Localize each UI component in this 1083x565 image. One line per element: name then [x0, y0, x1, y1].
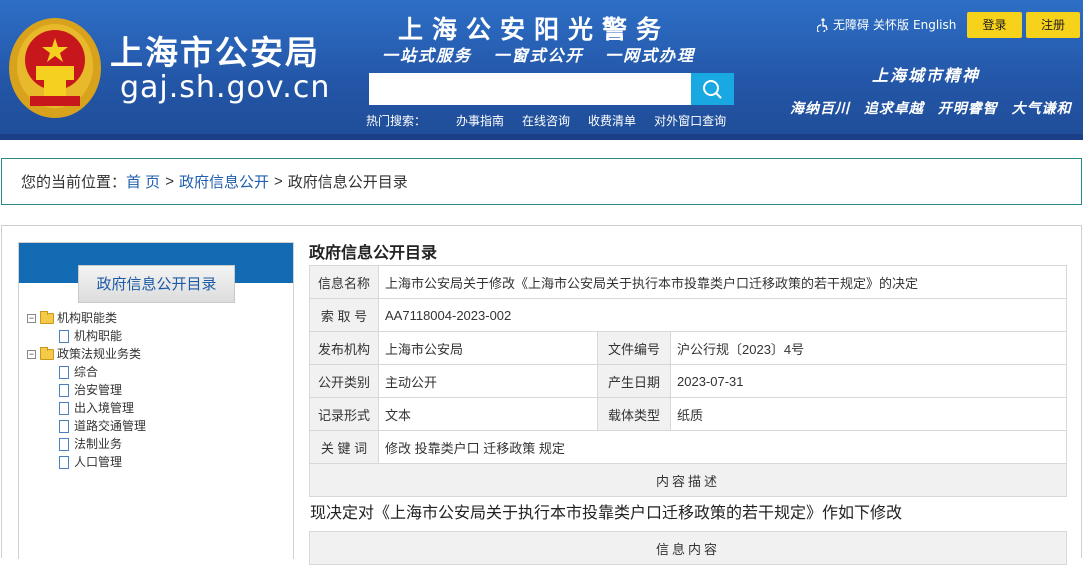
tree-leaf-general[interactable]: 综合 [27, 363, 146, 381]
format-label: 记录形式 [309, 397, 379, 431]
main-panel: 政府信息公开目录 − 机构职能类 机构职能 − 政策法规业务类 综合 治安管理 … [1, 225, 1082, 565]
table-row: 信息名称 上海市公安局关于修改《上海市公安局关于执行本市投靠类户口迁移政策的若干… [309, 265, 1067, 299]
slogan-title: 上海公安阳光警务 [398, 15, 671, 44]
info-name-label: 信息名称 [309, 265, 379, 299]
date-label: 产生日期 [597, 364, 671, 398]
info-content-header: 信息内容 [309, 531, 1067, 565]
hot-link-fees[interactable]: 收费清单 [588, 112, 636, 129]
document-icon [59, 419, 69, 433]
tree-leaf-exit-entry[interactable]: 出入境管理 [27, 399, 146, 417]
category-label: 公开类别 [309, 364, 379, 398]
breadcrumb: 您的当前位置： 首 页 > 政府信息公开 > 政府信息公开目录 [1, 158, 1082, 205]
tree-node-label: 机构职能类 [57, 311, 118, 325]
collapse-toggle-icon[interactable]: − [27, 349, 36, 359]
care-mode-link[interactable]: 关怀版 [873, 16, 909, 33]
table-row: 记录形式 文本 载体类型 纸质 [309, 397, 1067, 431]
city-spirit-text: 海纳百川 追求卓越 开明睿智 大气谦和 [790, 101, 1072, 117]
carrier-label: 载体类型 [597, 397, 671, 431]
hot-link-consult[interactable]: 在线咨询 [522, 112, 570, 129]
tree-leaf-label: 机构职能 [74, 329, 123, 343]
breadcrumb-gov-info[interactable]: 政府信息公开 [179, 171, 269, 192]
document-icon [59, 383, 69, 397]
content-title: 政府信息公开目录 [309, 245, 438, 262]
national-emblem-icon [9, 18, 101, 118]
table-row: 索 取 号 AA7118004-2023-002 [309, 298, 1067, 332]
tree-leaf-legal[interactable]: 法制业务 [27, 435, 146, 453]
accessibility-link[interactable]: 无障碍 [833, 16, 869, 33]
site-name: 上海市公安局 [110, 33, 320, 72]
document-icon [59, 401, 69, 415]
catalog-tree: − 机构职能类 机构职能 − 政策法规业务类 综合 治安管理 出入境管理 道路交… [27, 309, 146, 471]
register-button[interactable]: 注册 [1026, 12, 1080, 38]
format-value: 文本 [378, 397, 598, 431]
tree-node-label: 政策法规业务类 [57, 347, 142, 361]
site-url: gaj.sh.gov.cn [120, 70, 331, 105]
tree-leaf-label: 法制业务 [74, 437, 123, 451]
publisher-label: 发布机构 [309, 331, 379, 365]
tree-leaf-label: 出入境管理 [74, 401, 135, 415]
breadcrumb-separator: > [273, 173, 283, 190]
category-value: 主动公开 [378, 364, 598, 398]
accessibility-icon [817, 17, 828, 32]
top-links: 无障碍 关怀版 English [817, 16, 956, 33]
content-area: 政府信息公开目录 信息名称 上海市公安局关于修改《上海市公安局关于执行本市投靠类… [309, 244, 1069, 565]
document-icon [59, 365, 69, 379]
tree-leaf-label: 人口管理 [74, 455, 123, 469]
tree-leaf-public-security[interactable]: 治安管理 [27, 381, 146, 399]
tree-node-org-functions[interactable]: − 机构职能类 [27, 309, 146, 327]
hot-link-windows[interactable]: 对外窗口查询 [654, 112, 726, 129]
search-input[interactable] [369, 73, 691, 105]
search-icon [703, 80, 722, 99]
info-content-table: 信息内容 [309, 531, 1067, 565]
login-button[interactable]: 登录 [967, 12, 1022, 38]
folder-icon [40, 310, 54, 324]
tree-leaf-label: 道路交通管理 [74, 419, 147, 433]
tree-leaf-population[interactable]: 人口管理 [27, 453, 146, 471]
document-icon [59, 455, 69, 469]
hot-link-guide[interactable]: 办事指南 [456, 112, 504, 129]
tree-leaf-traffic[interactable]: 道路交通管理 [27, 417, 146, 435]
breadcrumb-current: 政府信息公开目录 [287, 174, 408, 191]
table-row: 关 键 词 修改 投靠类户口 迁移政策 规定 [309, 430, 1067, 464]
tree-node-policy[interactable]: − 政策法规业务类 [27, 345, 146, 363]
tree-leaf-label: 综合 [74, 365, 99, 379]
hot-search: 热门搜索： 办事指南 在线咨询 收费清单 对外窗口查询 [366, 112, 744, 129]
publisher-value: 上海市公安局 [378, 331, 598, 365]
site-header: 上海市公安局 gaj.sh.gov.cn 上海公安阳光警务 一站式服务 一窗式公… [0, 0, 1083, 140]
document-icon [59, 329, 69, 343]
sidebar-title[interactable]: 政府信息公开目录 [78, 265, 235, 303]
table-row: 内容描述 [309, 463, 1067, 497]
doc-no-label: 文件编号 [597, 331, 671, 365]
table-row: 发布机构 上海市公安局 文件编号 沪公行规〔2023〕4号 [309, 331, 1067, 365]
keywords-label: 关 键 词 [309, 430, 379, 464]
tree-leaf-label: 治安管理 [74, 383, 123, 397]
city-spirit-title: 上海城市精神 [872, 66, 981, 85]
index-no-label: 索 取 号 [309, 298, 379, 332]
breadcrumb-home[interactable]: 首 页 [126, 171, 160, 192]
folder-icon [40, 346, 54, 360]
keywords-value: 修改 投靠类户口 迁移政策 规定 [378, 430, 1067, 464]
breadcrumb-prefix: 您的当前位置： [21, 174, 127, 191]
index-no-value: AA7118004-2023-002 [378, 298, 1067, 332]
collapse-toggle-icon[interactable]: − [27, 313, 36, 323]
document-icon [59, 437, 69, 451]
content-description: 现决定对《上海市公安局关于执行本市投靠类户口迁移政策的若干规定》作如下修改 [310, 505, 903, 522]
search-button[interactable] [691, 73, 734, 105]
info-name-value: 上海市公安局关于修改《上海市公安局关于执行本市投靠类户口迁移政策的若干规定》的决… [378, 265, 1067, 299]
sidebar: 政府信息公开目录 − 机构职能类 机构职能 − 政策法规业务类 综合 治安管理 … [18, 242, 294, 559]
hot-search-label: 热门搜索： [366, 114, 427, 128]
carrier-value: 纸质 [670, 397, 1067, 431]
table-row: 公开类别 主动公开 产生日期 2023-07-31 [309, 364, 1067, 398]
desc-header: 内容描述 [309, 463, 1067, 497]
tree-leaf-org-functions[interactable]: 机构职能 [27, 327, 146, 345]
breadcrumb-separator: > [165, 173, 174, 190]
info-table: 信息名称 上海市公安局关于修改《上海市公安局关于执行本市投靠类户口迁移政策的若干… [309, 265, 1067, 497]
english-link[interactable]: English [913, 18, 956, 32]
slogan-subtitle: 一站式服务 一窗式公开 一网式办理 [382, 46, 696, 65]
header-bottom-bar [0, 134, 1083, 140]
doc-no-value: 沪公行规〔2023〕4号 [670, 331, 1067, 365]
table-row: 信息内容 [309, 531, 1067, 565]
date-value: 2023-07-31 [670, 364, 1067, 398]
